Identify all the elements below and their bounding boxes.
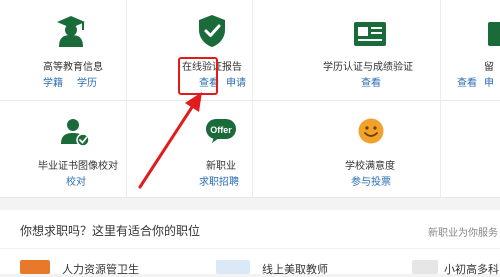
job-suggestions-section: 你想求职吗？这里有适合你的职位 新职业为你服务 人力资源管卫生 线上美取教师 小… — [0, 210, 500, 277]
jobs-help-link[interactable]: 新职业为你服务 — [428, 224, 498, 239]
job-company-logo — [20, 260, 50, 274]
job-title[interactable]: 小初高多科 — [444, 261, 499, 277]
section-divider — [0, 248, 500, 249]
job-title[interactable]: 人力资源管卫生 — [62, 261, 139, 277]
job-company-logo — [412, 260, 438, 274]
job-company-logo — [216, 260, 250, 274]
job-title[interactable]: 线上美取教师 — [262, 261, 328, 277]
jobs-heading: 你想求职吗？这里有适合你的职位 — [20, 224, 201, 238]
